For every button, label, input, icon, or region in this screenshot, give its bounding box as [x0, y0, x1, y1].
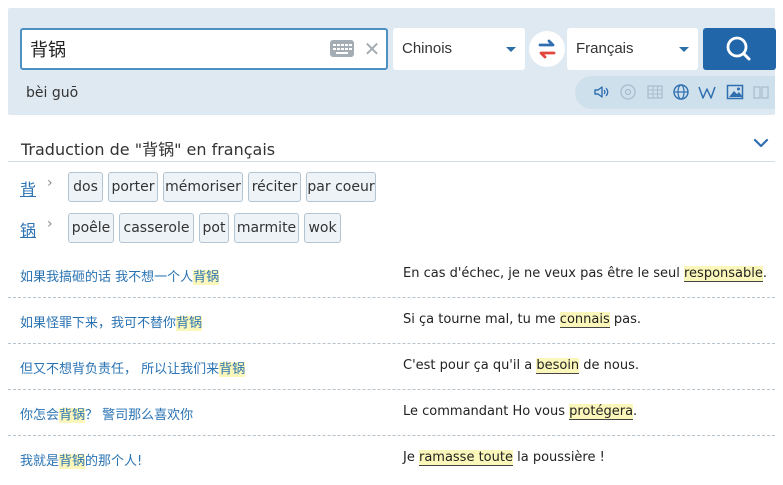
source-highlight: 背锅	[193, 270, 220, 285]
target-language-select[interactable]: Français	[567, 28, 698, 70]
table-icon	[647, 85, 663, 99]
translation-chip[interactable]: mémoriser	[163, 172, 243, 202]
chevron-right-icon: ›	[47, 175, 53, 191]
target-highlight: connais	[559, 312, 610, 328]
example-source: 如果怪罪下来，我可不替你背锅	[20, 316, 203, 331]
translation-chip[interactable]: casserole	[119, 213, 194, 243]
target-highlight: responsable	[684, 266, 763, 282]
translation-header[interactable]: Traduction de "背锅" en français	[8, 128, 775, 162]
target-highlight: besoin	[536, 358, 580, 374]
example-source: 你怎会背锅？ 警司那么喜欢你	[20, 408, 194, 423]
translation-chip[interactable]: dos	[68, 172, 103, 202]
example-source: 我就是背锅的那个人!	[20, 454, 143, 469]
swap-icon	[538, 39, 556, 59]
translation-title: Traduction de "背锅" en français	[21, 140, 276, 159]
tools-bar	[575, 76, 775, 109]
translation-chip[interactable]: marmite	[234, 213, 299, 243]
image-icon[interactable]	[726, 83, 744, 101]
book-icon	[753, 86, 769, 99]
clear-icon[interactable]: ✕	[362, 36, 382, 62]
translation-chip[interactable]: par coeur	[306, 172, 376, 202]
translation-chip[interactable]: porter	[108, 172, 158, 202]
example-row: 你怎会背锅？ 警司那么喜欢你 Le commandant Ho vous pro…	[8, 390, 775, 436]
translation-chip[interactable]: pot	[199, 213, 229, 243]
wikipedia-icon[interactable]	[698, 83, 716, 101]
translation-chip[interactable]: wok	[304, 213, 341, 243]
target-language-label: Français	[576, 40, 634, 57]
search-field[interactable]: ✕	[20, 28, 388, 70]
search-input[interactable]	[30, 37, 320, 61]
search-button[interactable]	[703, 28, 776, 70]
example-source: 但又不想背负责任， 所以让我们来背锅	[20, 362, 246, 377]
translation-chip[interactable]: réciter	[248, 172, 301, 202]
word-link[interactable]: 锅	[20, 217, 36, 241]
chevron-down-icon	[506, 47, 516, 52]
chevron-down-icon	[679, 47, 689, 52]
keyboard-icon[interactable]	[330, 40, 354, 57]
source-highlight: 背锅	[59, 408, 86, 423]
chevron-right-icon: ›	[47, 216, 53, 232]
example-target: Le commandant Ho vous protégera.	[403, 404, 638, 420]
globe-icon[interactable]	[672, 83, 690, 101]
source-language-label: Chinois	[402, 40, 453, 57]
chevron-down-icon[interactable]	[753, 136, 769, 150]
example-target: En cas d'échec, je ne veux pas être le s…	[403, 266, 768, 282]
example-row: 如果我搞砸的话 我不想一个人背锅 En cas d'échec, je ne v…	[8, 252, 775, 298]
example-row: 但又不想背负责任， 所以让我们来背锅 C'est pour ça qu'il a…	[8, 344, 775, 390]
example-target: Si ça tourne mal, tu me connais pas.	[403, 312, 641, 328]
target-highlight: protégera	[569, 404, 634, 420]
source-highlight: 背锅	[59, 454, 86, 469]
example-target: C'est pour ça qu'il a besoin de nous.	[403, 358, 640, 374]
source-language-select[interactable]: Chinois	[393, 28, 525, 70]
example-source: 如果我搞砸的话 我不想一个人背锅	[20, 270, 220, 285]
source-highlight: 背锅	[219, 362, 246, 377]
swap-languages-button[interactable]	[529, 31, 565, 67]
example-row: 如果怪罪下来，我可不替你背锅 Si ça tourne mal, tu me c…	[8, 298, 775, 344]
audio-disc-icon	[620, 84, 636, 100]
source-highlight: 背锅	[176, 316, 203, 331]
example-row: 我就是背锅的那个人! Je ramasse toute la poussière…	[8, 436, 775, 482]
speaker-icon[interactable]	[593, 83, 611, 101]
example-target: Je ramasse toute la poussière !	[403, 450, 605, 466]
word-link[interactable]: 背	[20, 176, 36, 200]
search-icon	[726, 36, 751, 61]
search-panel: ✕ Chinois Français bèi guō	[8, 8, 776, 115]
translation-chip[interactable]: poêle	[68, 213, 114, 243]
pinyin-text: bèi guō	[26, 85, 79, 101]
target-highlight: ramasse toute	[418, 450, 513, 466]
